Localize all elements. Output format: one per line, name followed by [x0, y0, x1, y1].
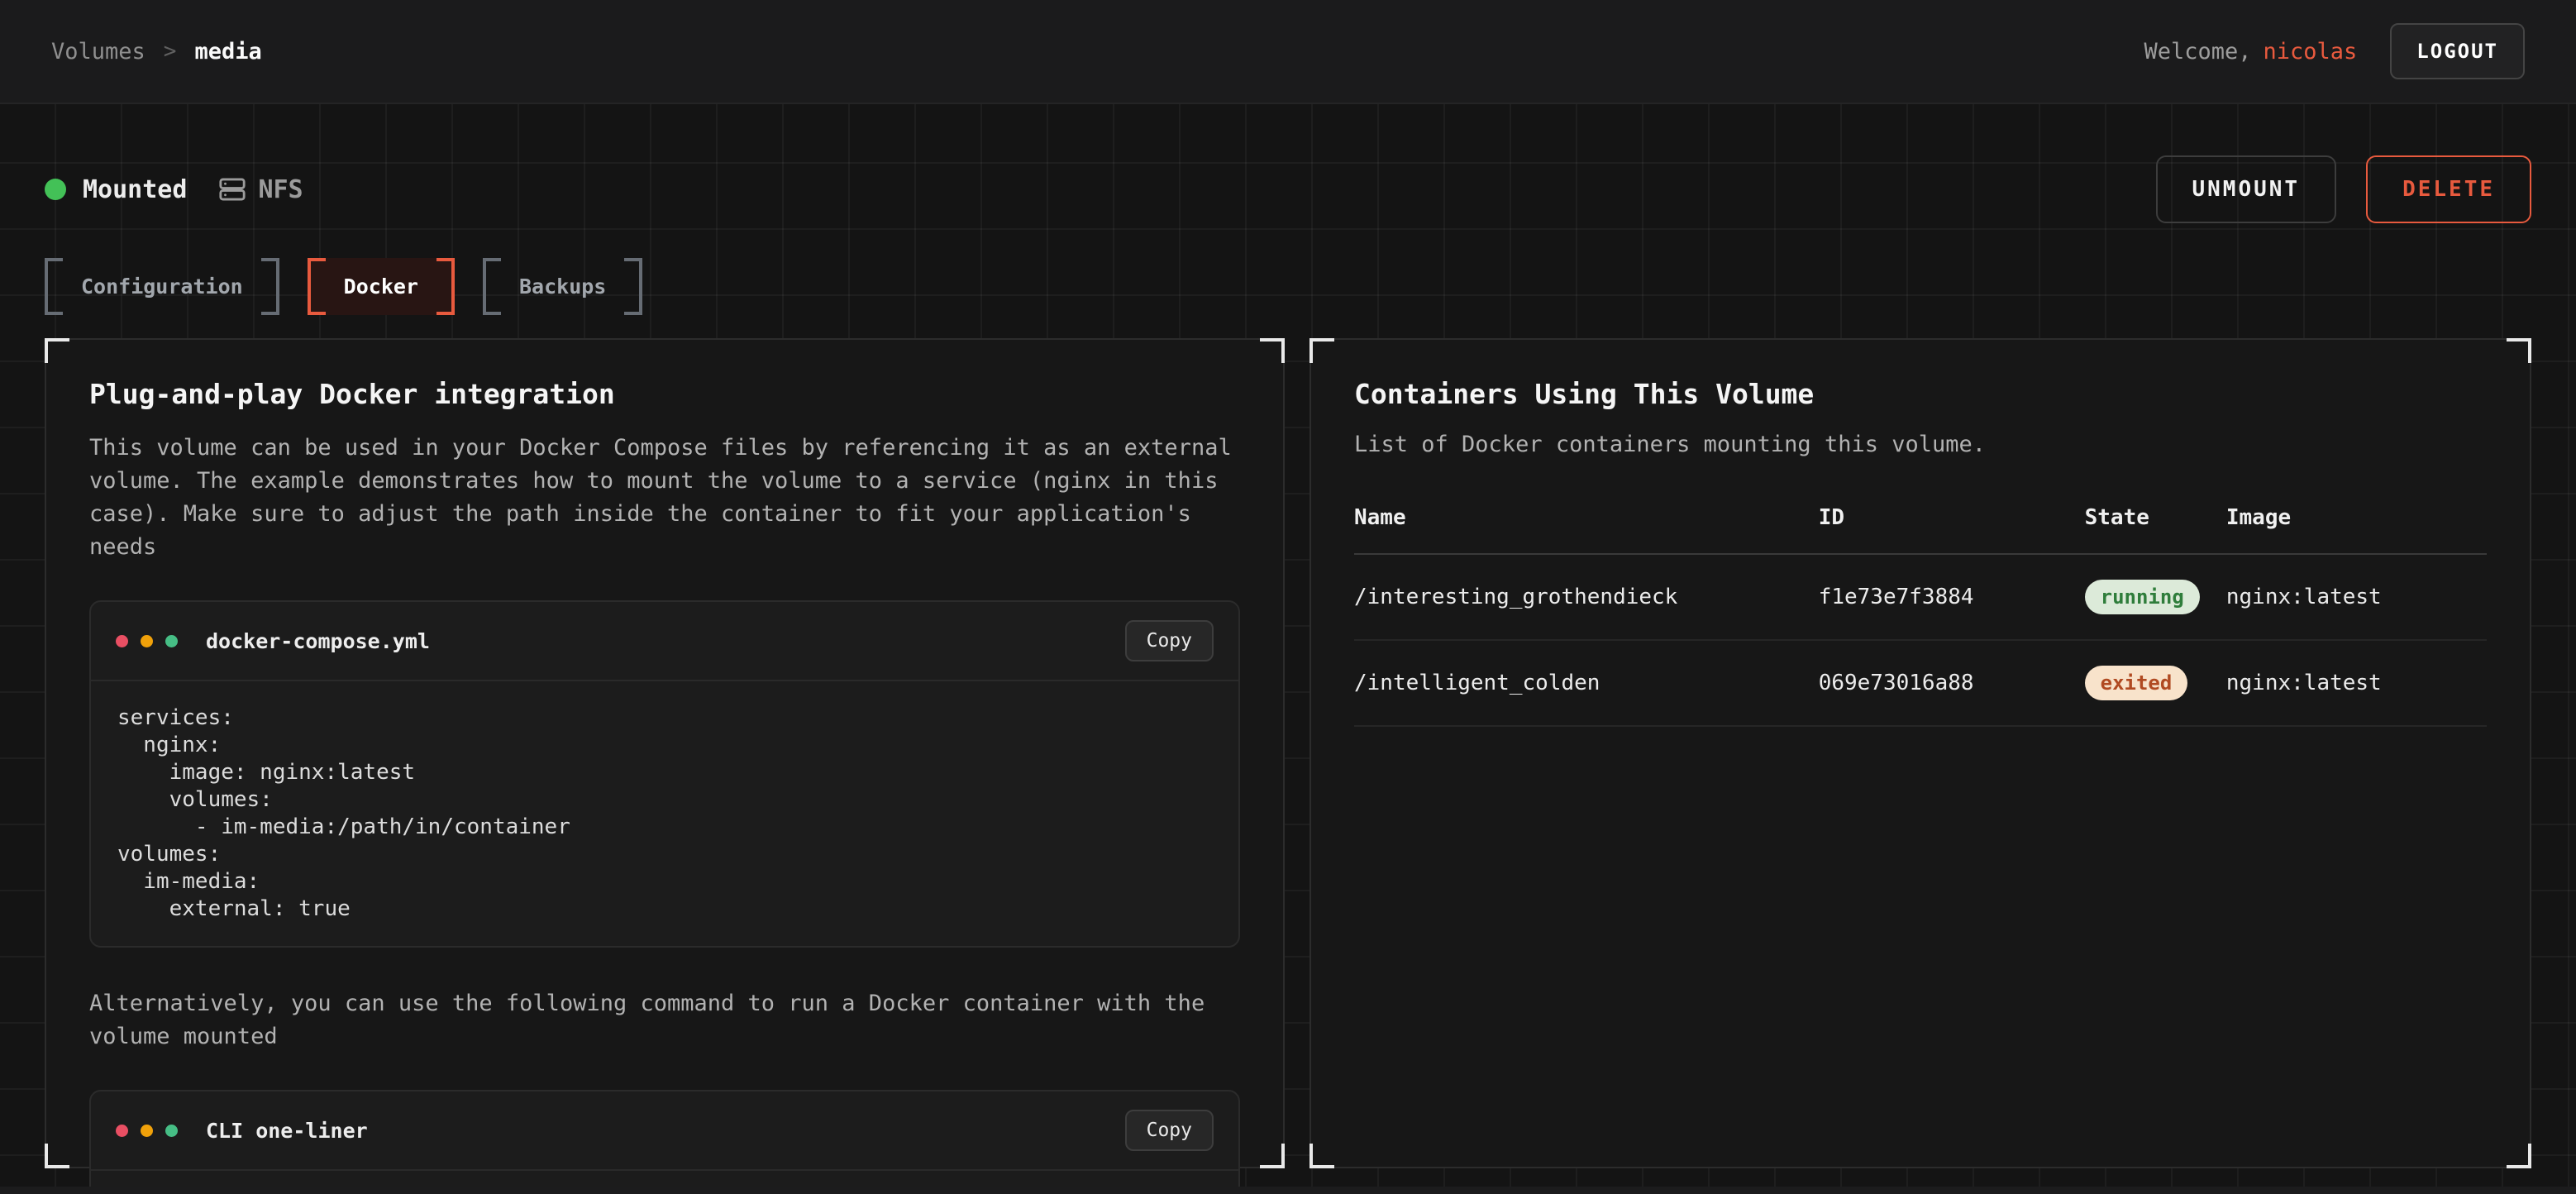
logout-button[interactable]: LOGOUT: [2390, 23, 2525, 79]
window-dots: [116, 1125, 178, 1137]
volume-status: Mounted NFS: [45, 175, 303, 204]
panel-corner-icon: [45, 1144, 69, 1168]
panel-corner-icon: [1309, 338, 1334, 363]
chevron-right-icon: >: [164, 39, 177, 64]
driver-type-label: NFS: [258, 175, 303, 204]
column-header-image: Image: [2226, 505, 2487, 530]
compose-code-card: docker-compose.yml Copy services: nginx:…: [89, 600, 1240, 948]
cli-block-title: CLI one-liner: [206, 1119, 368, 1143]
breadcrumb-volumes-link[interactable]: Volumes: [51, 39, 145, 64]
driver-indicator: NFS: [218, 175, 303, 204]
compose-filename: docker-compose.yml: [206, 629, 430, 653]
mounted-status-dot-icon: [45, 179, 66, 200]
container-image: nginx:latest: [2226, 585, 2487, 609]
panel-corner-icon: [1309, 1144, 1334, 1168]
docker-panel-description: This volume can be used in your Docker C…: [89, 432, 1240, 564]
topbar-right: Welcome, nicolas LOGOUT: [2144, 23, 2525, 79]
server-stack-icon: [218, 175, 246, 203]
panel-corner-icon: [45, 338, 69, 363]
docker-panel-title: Plug-and-play Docker integration: [89, 378, 1240, 410]
delete-button[interactable]: DELETE: [2366, 155, 2531, 223]
copy-compose-button[interactable]: Copy: [1125, 620, 1214, 661]
container-id: f1e73e7f3884: [1819, 585, 2085, 609]
window-dot-amber-icon: [141, 635, 153, 647]
copy-cli-button[interactable]: Copy: [1125, 1110, 1214, 1151]
tab-bar: Configuration Docker Backups: [45, 258, 2531, 315]
welcome-text: Welcome, nicolas: [2144, 39, 2357, 64]
welcome-prefix: Welcome,: [2144, 39, 2251, 64]
status-badge: running: [2085, 580, 2200, 614]
container-id: 069e73016a88: [1819, 671, 2085, 695]
breadcrumb-current-volume: media: [194, 39, 261, 64]
containers-panel-subtitle: List of Docker containers mounting this …: [1354, 432, 2487, 457]
footer-strip: [0, 1187, 2576, 1194]
table-row: /intelligent_colden 069e73016a88 exited …: [1354, 641, 2487, 727]
table-row: /interesting_grothendieck f1e73e7f3884 r…: [1354, 555, 2487, 641]
panel-corner-icon: [2507, 1144, 2531, 1168]
panel-corner-icon: [1260, 1144, 1285, 1168]
cli-intro-text: Alternatively, you can use the following…: [89, 987, 1240, 1053]
column-header-id: ID: [1819, 505, 2085, 530]
username: nicolas: [2264, 39, 2358, 64]
container-name: /interesting_grothendieck: [1354, 585, 1819, 609]
containers-table: Name ID State Image /interesting_grothen…: [1354, 505, 2487, 727]
main-content: Mounted NFS UNMOUNT DELETE Configuration: [0, 104, 2576, 1194]
window-dot-green-icon: [165, 1125, 178, 1137]
top-header-bar: Volumes > media Welcome, nicolas LOGOUT: [0, 0, 2576, 104]
column-header-state: State: [2085, 505, 2226, 530]
window-dot-red-icon: [116, 635, 128, 647]
panel-corner-icon: [2507, 338, 2531, 363]
status-badge: exited: [2085, 666, 2188, 700]
tab-backups[interactable]: Backups: [483, 258, 642, 315]
breadcrumb: Volumes > media: [51, 39, 262, 64]
compose-code-body: services: nginx: image: nginx:latest vol…: [91, 681, 1238, 946]
containers-panel: Containers Using This Volume List of Doc…: [1309, 338, 2531, 1168]
compose-code-text: services: nginx: image: nginx:latest vol…: [117, 704, 1212, 923]
column-header-name: Name: [1354, 505, 1819, 530]
container-name: /intelligent_colden: [1354, 671, 1819, 695]
window-dot-red-icon: [116, 1125, 128, 1137]
tab-docker[interactable]: Docker: [308, 258, 455, 315]
containers-panel-title: Containers Using This Volume: [1354, 378, 2487, 410]
window-dots: [116, 635, 178, 647]
tab-configuration[interactable]: Configuration: [45, 258, 279, 315]
cli-code-header: CLI one-liner Copy: [91, 1091, 1238, 1171]
window-dot-amber-icon: [141, 1125, 153, 1137]
panel-corner-icon: [1260, 338, 1285, 363]
mounted-status-label: Mounted: [83, 175, 187, 204]
unmount-button[interactable]: UNMOUNT: [2156, 155, 2337, 223]
container-image: nginx:latest: [2226, 671, 2487, 695]
cli-code-card: CLI one-liner Copy docker run -v im-medi…: [89, 1090, 1240, 1194]
volume-action-buttons: UNMOUNT DELETE: [2156, 155, 2532, 223]
window-dot-green-icon: [165, 635, 178, 647]
compose-code-header: docker-compose.yml Copy: [91, 602, 1238, 681]
status-row: Mounted NFS UNMOUNT DELETE: [45, 104, 2531, 223]
containers-table-header: Name ID State Image: [1354, 505, 2487, 555]
panels-row: Plug-and-play Docker integration This vo…: [45, 338, 2531, 1168]
docker-integration-panel: Plug-and-play Docker integration This vo…: [45, 338, 1285, 1168]
